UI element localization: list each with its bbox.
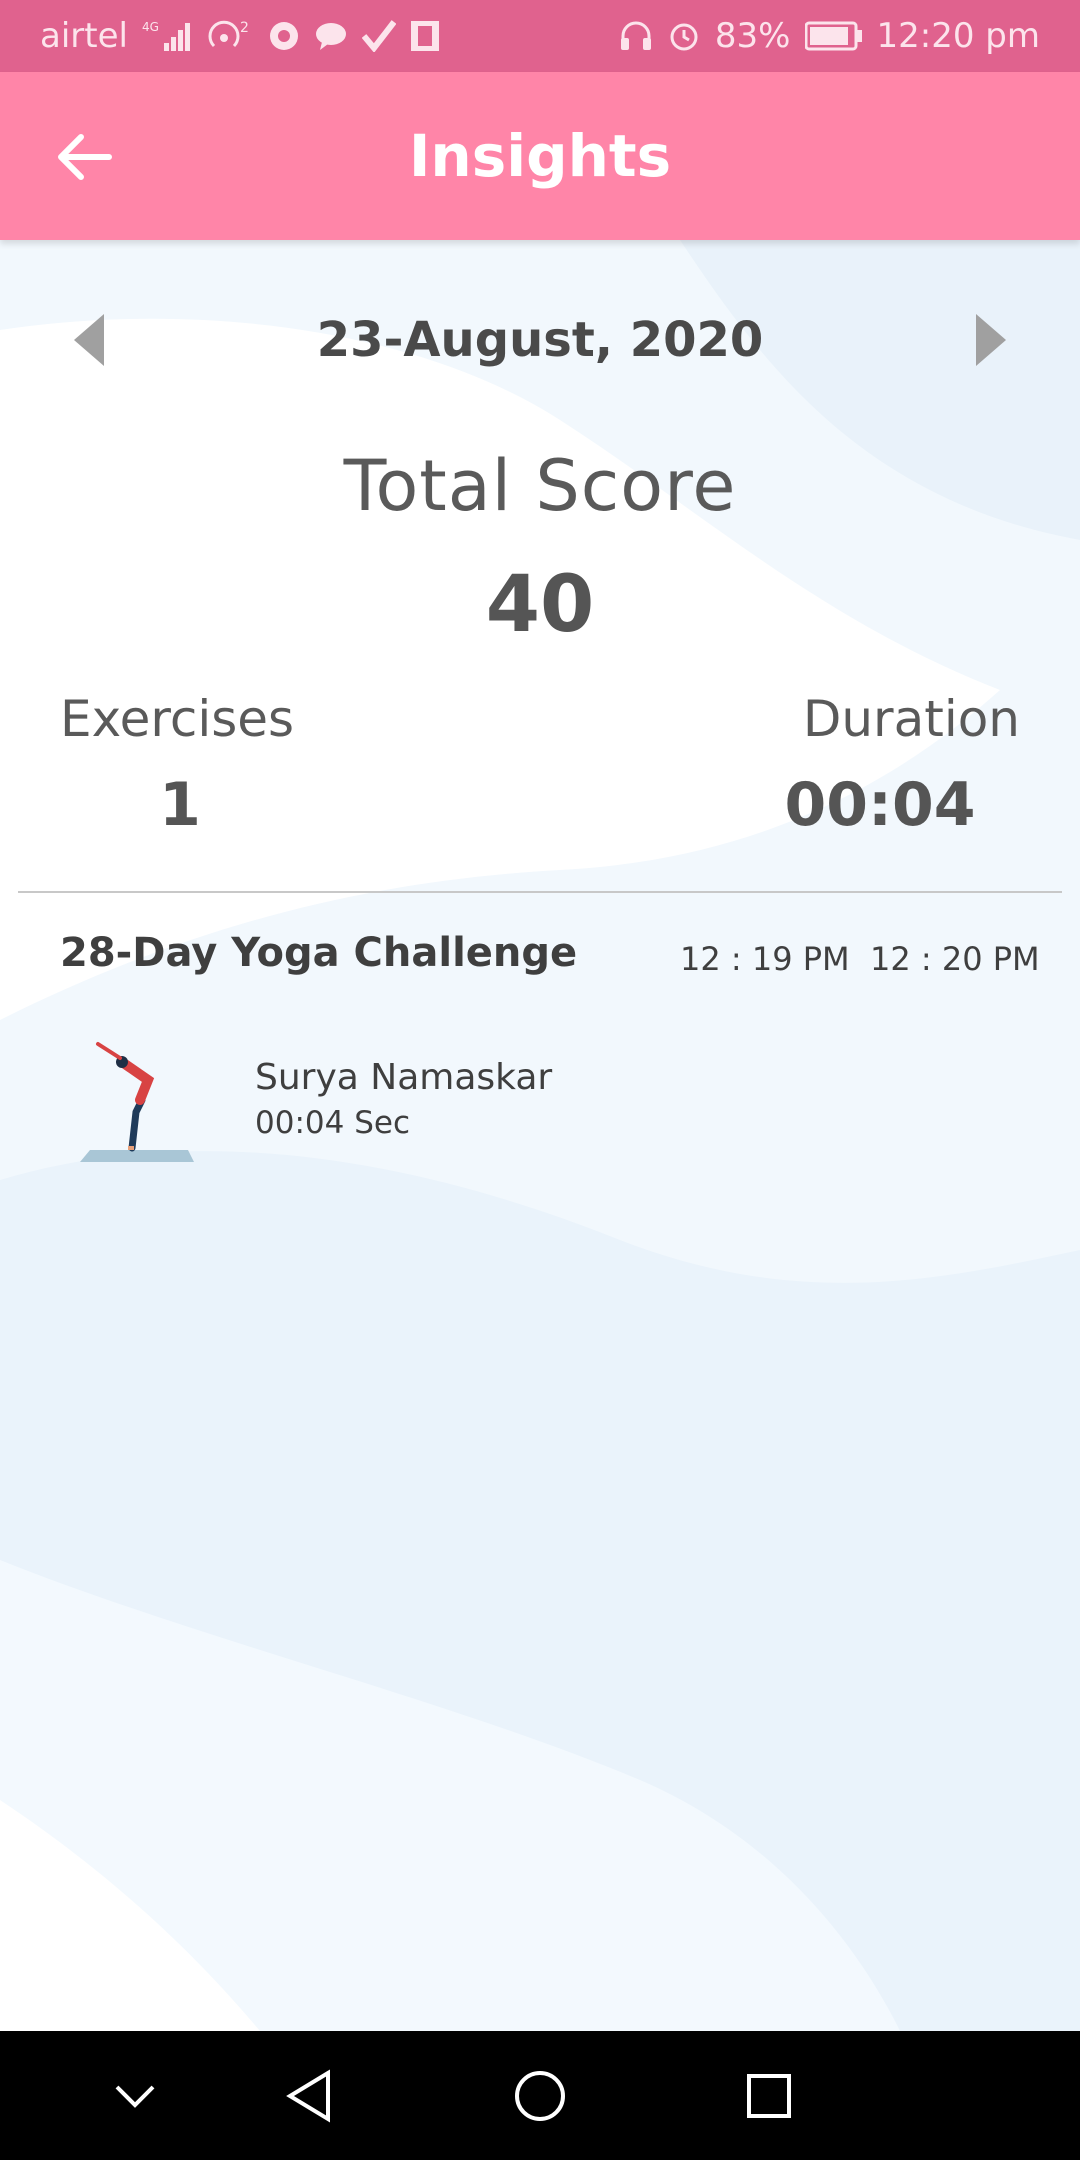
insights-content: 23-August, 2020 Total Score 40 Exercises… (0, 240, 1080, 2030)
exercise-list-item[interactable]: Surya Namaskar 00:04 Sec (70, 1040, 970, 1170)
exercise-name: Surya Namaskar (255, 1057, 553, 1098)
page-title: Insights (408, 122, 672, 190)
back-triangle-icon (286, 2069, 330, 2123)
session-start-time: 12 : 19 PM (680, 940, 850, 978)
exercises-label: Exercises (60, 690, 295, 748)
battery-icon (804, 21, 863, 51)
date-navigator: 23-August, 2020 (0, 290, 1080, 390)
system-nav-bar (0, 2031, 1080, 2160)
nav-home-button[interactable] (509, 2065, 571, 2127)
message-icon (314, 20, 348, 52)
section-divider (18, 891, 1062, 893)
hotspot-icon: 2 (206, 18, 254, 54)
hotspot-count: 2 (240, 20, 249, 36)
duration-value: 00:04 (784, 770, 976, 840)
exercise-duration: 00:04 Sec (255, 1105, 410, 1141)
recents-square-icon (747, 2074, 791, 2118)
selected-date: 23-August, 2020 (316, 312, 764, 368)
exercises-value: 1 (159, 770, 201, 840)
battery-percent: 83% (714, 16, 791, 56)
alarm-icon (667, 19, 701, 53)
chrome-icon (268, 20, 300, 52)
nav-back-button[interactable] (278, 2065, 340, 2127)
status-right: 83% 12:20 pm (619, 16, 1040, 56)
home-circle-icon (515, 2071, 565, 2121)
signal-icon: 4G (142, 19, 192, 53)
next-date-button[interactable] (968, 312, 1008, 368)
carrier-name: airtel (40, 16, 128, 56)
nav-recents-button[interactable] (738, 2065, 800, 2127)
status-bar: airtel 4G 2 83% 12:20 pm (0, 0, 1080, 72)
total-score-value: 40 (485, 560, 595, 650)
chevron-down-icon (115, 2085, 155, 2108)
duration-label: Duration (802, 690, 1020, 748)
session-end-time: 12 : 20 PM (870, 940, 1040, 978)
triangle-right-icon (976, 314, 1006, 366)
status-left: airtel 4G 2 (40, 16, 440, 56)
yoga-pose-icon (70, 1040, 200, 1170)
app-bar: Insights (0, 72, 1080, 240)
check-icon (361, 20, 396, 52)
network-type: 4G (142, 20, 159, 34)
total-score-label: Total Score (343, 445, 737, 527)
session-title: 28-Day Yoga Challenge (60, 930, 578, 976)
headphones-icon (619, 20, 653, 52)
sim-icon (410, 20, 440, 52)
hide-nav-button[interactable] (104, 2065, 166, 2127)
status-time: 12:20 pm (876, 16, 1041, 56)
